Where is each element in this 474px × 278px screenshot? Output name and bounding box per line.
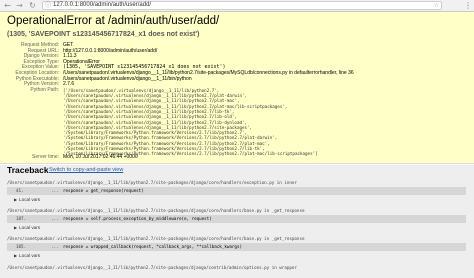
reload-icon[interactable]: ↻ <box>28 1 37 10</box>
expand-dots[interactable]: ... <box>51 215 59 223</box>
line-number: 187. <box>16 216 27 221</box>
error-subtitle: (1305, 'SAVEPOINT s123145456717824_x1 do… <box>7 31 200 38</box>
forward-icon[interactable]: → <box>15 1 24 10</box>
traceback-title: Traceback <box>7 165 49 175</box>
error-summary: OperationalError at /admin/auth/user/add… <box>0 12 474 164</box>
local-vars-toggle[interactable]: ▶ Local vars <box>14 197 40 203</box>
request-meta-table: Request Method: GET Request URL: http://… <box>0 42 474 158</box>
meta-key: Python Path: <box>30 86 59 93</box>
frame-filename: /Users/sanetpaudon/.virtualenvs/django__… <box>7 265 297 270</box>
frame-context-line[interactable]: 41. ... response = get_response(request) <box>7 187 466 195</box>
frame-filename: /Users/sanetpaudon/.virtualenvs/django__… <box>7 180 297 185</box>
error-title: OperationalError at /admin/auth/user/add… <box>7 15 220 27</box>
triangle-right-icon: ▶ <box>14 253 18 258</box>
meta-key: Server time: <box>32 154 59 160</box>
local-vars-toggle[interactable]: ▶ Local vars <box>14 253 40 259</box>
expand-dots[interactable]: ... <box>51 243 59 251</box>
traceback-frames: /Users/sanetpaudon/.virtualenvs/django__… <box>0 176 474 278</box>
browser-toolbar: ← → ↻ ⓘ 127.0.0.1:8000/admin/auth/user/a… <box>0 0 474 12</box>
frame-filename: /Users/sanetpaudon/.virtualenvs/django__… <box>7 236 305 241</box>
page-info-icon[interactable]: ⓘ <box>45 2 51 9</box>
triangle-right-icon: ▶ <box>14 225 18 230</box>
code-line: response = wrapped_callback(request, *ca… <box>63 244 242 249</box>
frame-filename: /Users/sanetpaudon/.virtualenvs/django__… <box>7 208 305 213</box>
frame-context-line[interactable]: 185. ... response = wrapped_callback(req… <box>7 243 466 251</box>
local-vars-toggle[interactable]: ▶ Local vars <box>14 225 40 231</box>
frame-context-line[interactable]: 187. ... response = self.process_excepti… <box>7 215 466 223</box>
address-bar[interactable]: ⓘ 127.0.0.1:8000/admin/auth/user/add/ ☆ <box>42 1 442 10</box>
address-bar-url: 127.0.0.1:8000/admin/auth/user/add/ <box>53 2 152 8</box>
triangle-right-icon: ▶ <box>14 197 18 202</box>
expand-dots[interactable]: ... <box>51 187 59 195</box>
back-icon[interactable]: ← <box>3 1 12 10</box>
meta-row-server-time: Server time: Mon, 10 Jul 2017 02:46:44 +… <box>0 154 474 161</box>
bookmark-star-icon[interactable]: ☆ <box>434 2 439 9</box>
traceback-header: Traceback Switch to copy-and-paste view <box>0 165 474 176</box>
meta-row-python-path: Python Path: ['/Users/sanetpaudon/.virtu… <box>0 86 474 158</box>
line-number: 185. <box>16 244 27 249</box>
code-line: response = get_response(request) <box>63 188 144 193</box>
line-number: 41. <box>16 188 24 193</box>
switch-view-link[interactable]: Switch to copy-and-paste view <box>49 165 123 176</box>
python-path-list: ['/Users/sanetpaudon/.virtualenvs/django… <box>63 88 318 157</box>
code-line: response = self.process_exception_by_mid… <box>63 216 212 221</box>
local-vars-label: Local vars <box>19 197 41 202</box>
local-vars-label: Local vars <box>19 253 41 258</box>
local-vars-label: Local vars <box>19 225 41 230</box>
browser-menu-icon[interactable]: ⋮ <box>464 1 472 10</box>
meta-value: Mon, 10 Jul 2017 02:46:44 +0000 <box>63 154 138 160</box>
